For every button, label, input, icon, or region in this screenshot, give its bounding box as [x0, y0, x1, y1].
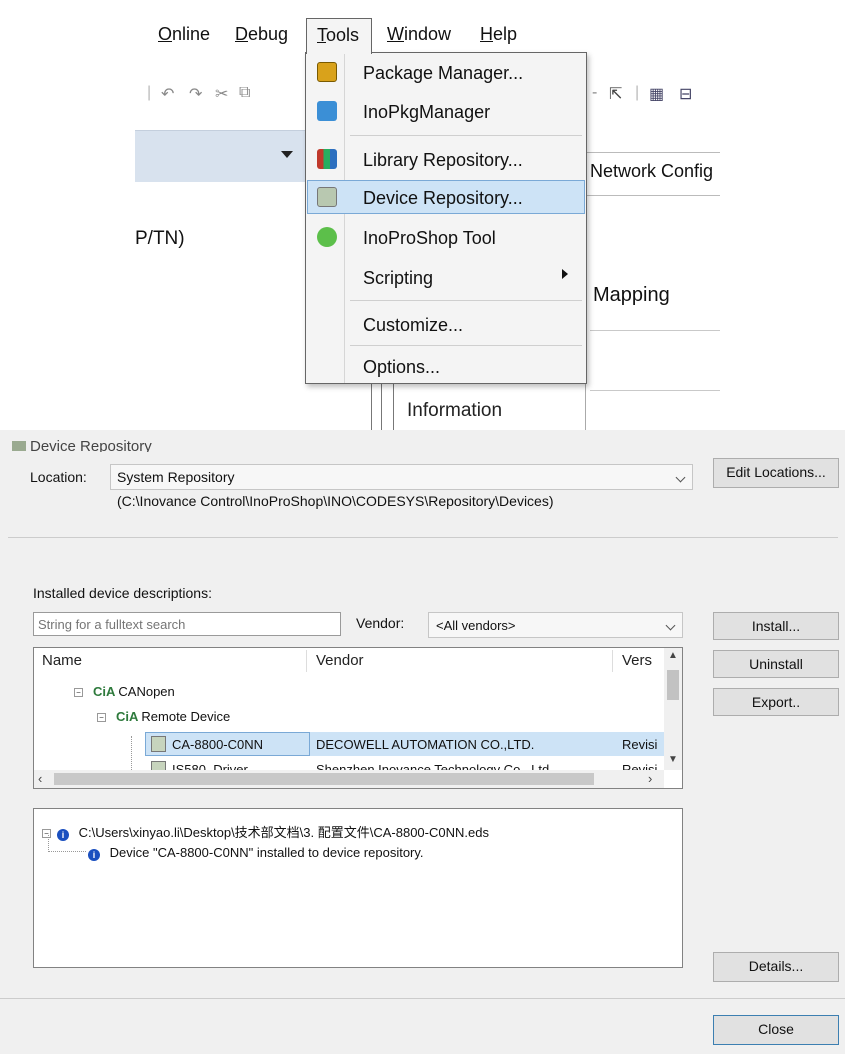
edit-locations-button[interactable]: Edit Locations... [713, 458, 839, 488]
device-file-icon [151, 736, 166, 752]
device-tree: Name Vendor Vers − CiA CANopen − CiA Remote … [33, 647, 683, 789]
scroll-thumb[interactable] [667, 670, 679, 700]
column-header-name[interactable]: Name [42, 652, 82, 669]
menu-item-library-repository[interactable]: Library Repository... [308, 143, 584, 177]
partial-text: P/TN) [135, 228, 185, 249]
dropdown-arrow-icon[interactable] [281, 151, 293, 158]
tree-line [48, 835, 86, 852]
collapse-icon[interactable]: − [74, 688, 83, 697]
menu-help[interactable]: Help [480, 24, 517, 45]
divider [590, 390, 720, 391]
tools-dropdown-menu: Package Manager... InoPkgManager Library… [305, 52, 587, 384]
details-button[interactable]: Details... [713, 952, 839, 982]
column-header-vendor[interactable]: Vendor [316, 652, 364, 669]
location-path: (C:\Inovance Control\InoProShop\INO\CODE… [117, 493, 554, 509]
copy-icon[interactable]: ⧉ [239, 84, 250, 102]
scroll-thumb[interactable] [54, 773, 594, 785]
vendor-label: Vendor: [356, 615, 405, 631]
table-row[interactable]: CA-8800-C0NN DECOWELL AUTOMATION CO.,LTD… [34, 732, 664, 756]
info-icon: i [88, 849, 100, 861]
menu-item-scripting[interactable]: Scripting [308, 261, 584, 295]
location-label: Location: [30, 469, 87, 485]
chevron-down-icon [665, 620, 676, 631]
tree-node-remote-device[interactable]: − CiA Remote Device [97, 709, 230, 724]
column-divider [612, 650, 613, 672]
information-tab[interactable]: Information [407, 400, 502, 422]
device-version: Revisi [622, 737, 658, 752]
scroll-right-icon[interactable]: › [648, 771, 652, 786]
menu-tools[interactable]: Tools [306, 18, 372, 54]
close-button[interactable]: Close [713, 1015, 839, 1045]
device-tool-icon[interactable]: ⊟ [679, 84, 692, 104]
device-vendor: DECOWELL AUTOMATION CO.,LTD. [316, 737, 535, 752]
column-divider [306, 650, 307, 672]
menu-item-inopkgmanager[interactable]: InoPkgManager [308, 95, 584, 129]
divider [8, 537, 838, 538]
tab-strip [135, 130, 305, 182]
scroll-left-icon[interactable]: ‹ [38, 771, 42, 786]
collapse-icon[interactable]: − [97, 713, 106, 722]
menu-separator [350, 300, 582, 301]
divider [371, 378, 372, 430]
location-select[interactable]: System Repository [110, 464, 693, 490]
submenu-arrow-icon [562, 269, 568, 279]
scroll-down-icon[interactable]: ▼ [668, 754, 678, 765]
inoproshop-icon [317, 227, 337, 247]
vendor-value: <All vendors> [436, 618, 516, 633]
menu-item-inoproshop-tool[interactable]: InoProShop Tool [308, 221, 584, 255]
package-icon [317, 62, 337, 82]
divider [381, 378, 382, 430]
library-icon [317, 149, 337, 169]
device-name: CA-8800-C0NN [151, 736, 263, 752]
vertical-scrollbar[interactable]: ▲ ▼ [664, 648, 682, 770]
pkg-manager-icon [317, 101, 337, 121]
menu-item-customize[interactable]: Customize... [308, 308, 584, 342]
install-button[interactable]: Install... [713, 612, 839, 640]
cut-icon[interactable]: ✂ [215, 84, 228, 104]
column-header-version[interactable]: Vers [622, 652, 652, 669]
menu-debug[interactable]: Debug [235, 24, 288, 45]
cia-logo-icon: CiA [116, 709, 139, 724]
device-repository-icon [317, 187, 337, 207]
menu-item-package-manager[interactable]: Package Manager... [308, 56, 584, 90]
chevron-down-icon [675, 472, 686, 483]
undo-icon[interactable]: ↶ [161, 84, 174, 104]
tab-network-config[interactable]: Network Config [585, 152, 720, 196]
menu-online[interactable]: Online [158, 24, 210, 45]
uninstall-button[interactable]: Uninstall [713, 650, 839, 678]
cia-logo-icon: CiA [93, 684, 116, 699]
search-input[interactable] [33, 612, 341, 636]
toolbar-separator-icon: | [147, 84, 152, 101]
redo-icon[interactable]: ↷ [189, 84, 202, 104]
divider [0, 998, 845, 999]
toolbar-separator-icon: | [635, 84, 640, 101]
menu-item-options[interactable]: Options... [308, 350, 584, 384]
export-button[interactable]: Export.. [713, 688, 839, 716]
menu-separator [350, 135, 582, 136]
scroll-up-icon[interactable]: ▲ [668, 650, 678, 661]
ide-window-crop: Online Debug Tools Window Help | ↶ ↷ ✂ ⧉… [135, 0, 720, 430]
vendor-select[interactable]: <All vendors> [428, 612, 683, 638]
dialog-title: Device Repository [12, 438, 152, 452]
toolbar-dash-icon: - [592, 84, 598, 101]
menu-window[interactable]: Window [387, 24, 451, 45]
repository-icon [12, 441, 26, 451]
menu-item-device-repository[interactable]: Device Repository... [307, 180, 585, 214]
tree-node-canopen[interactable]: − CiA CANopen [74, 684, 175, 699]
horizontal-scrollbar[interactable]: ‹ › [34, 770, 664, 788]
log-entry-message[interactable]: i Device "CA-8800-C0NN" installed to dev… [88, 845, 424, 861]
calendar-icon[interactable]: ▦ [649, 84, 664, 104]
mapping-tab[interactable]: Mapping [593, 284, 670, 307]
location-value: System Repository [117, 469, 235, 485]
export-icon[interactable]: ⇱ [609, 84, 622, 104]
divider [590, 330, 720, 331]
menu-separator [350, 345, 582, 346]
log-entry-file[interactable]: − i C:\Users\xinyao.li\Desktop\技术部文档\3. 配… [42, 822, 489, 841]
divider [393, 378, 394, 430]
installed-label: Installed device descriptions: [33, 585, 212, 601]
message-log: − i C:\Users\xinyao.li\Desktop\技术部文档\3. 配… [33, 808, 683, 968]
